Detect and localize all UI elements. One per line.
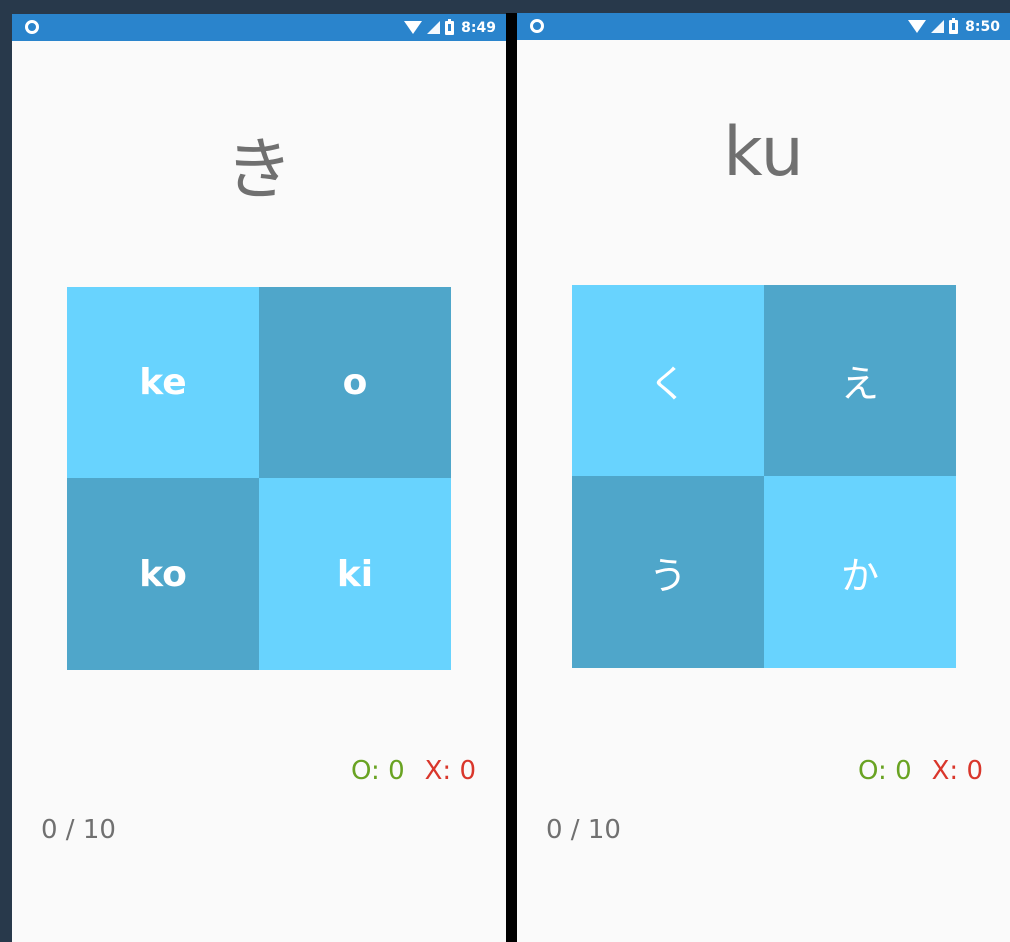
answer-tile[interactable]: o [259, 287, 451, 478]
notification-dot-icon [530, 19, 544, 33]
answer-tile[interactable]: え [764, 285, 956, 476]
quiz-screen-left: 8:49 き ke o ko ki O: 0 X: 0 0 / 10 [12, 14, 506, 942]
notification-dot-icon [25, 20, 39, 34]
correct-count: O: 0 [858, 756, 912, 786]
answer-tile[interactable]: く [572, 285, 764, 476]
answer-grid: く え う か [572, 285, 956, 668]
progress-counter: 0 / 10 [546, 815, 621, 845]
status-bar: 8:49 [12, 14, 506, 41]
score-counter: O: 0 X: 0 [858, 756, 983, 786]
backdrop [0, 0, 1010, 5]
status-indicators: 8:49 [404, 14, 496, 41]
correct-count: O: 0 [351, 756, 405, 786]
wifi-icon [908, 20, 927, 33]
device-divider [506, 13, 517, 942]
answer-tile[interactable]: ki [259, 478, 451, 670]
battery-icon [949, 17, 959, 34]
answer-tile[interactable]: う [572, 476, 764, 668]
answer-grid: ke o ko ki [67, 287, 451, 670]
cell-signal-icon [931, 20, 945, 33]
battery-icon [445, 18, 455, 35]
wifi-icon [404, 21, 423, 34]
status-time: 8:49 [461, 19, 496, 36]
wrong-count: X: 0 [424, 756, 476, 786]
question-prompt: き [224, 131, 293, 210]
status-indicators: 8:50 [908, 13, 1000, 40]
score-counter: O: 0 X: 0 [351, 756, 476, 786]
answer-tile[interactable]: か [764, 476, 956, 668]
wrong-count: X: 0 [931, 756, 983, 786]
answer-tile[interactable]: ko [67, 478, 259, 670]
status-bar: 8:50 [517, 13, 1010, 40]
cell-signal-icon [427, 21, 441, 34]
question-prompt: ku [723, 113, 804, 192]
progress-counter: 0 / 10 [41, 815, 116, 845]
quiz-screen-right: 8:50 ku く え う か O: 0 X: 0 0 / 10 [517, 13, 1010, 942]
status-time: 8:50 [965, 18, 1000, 35]
answer-tile[interactable]: ke [67, 287, 259, 478]
